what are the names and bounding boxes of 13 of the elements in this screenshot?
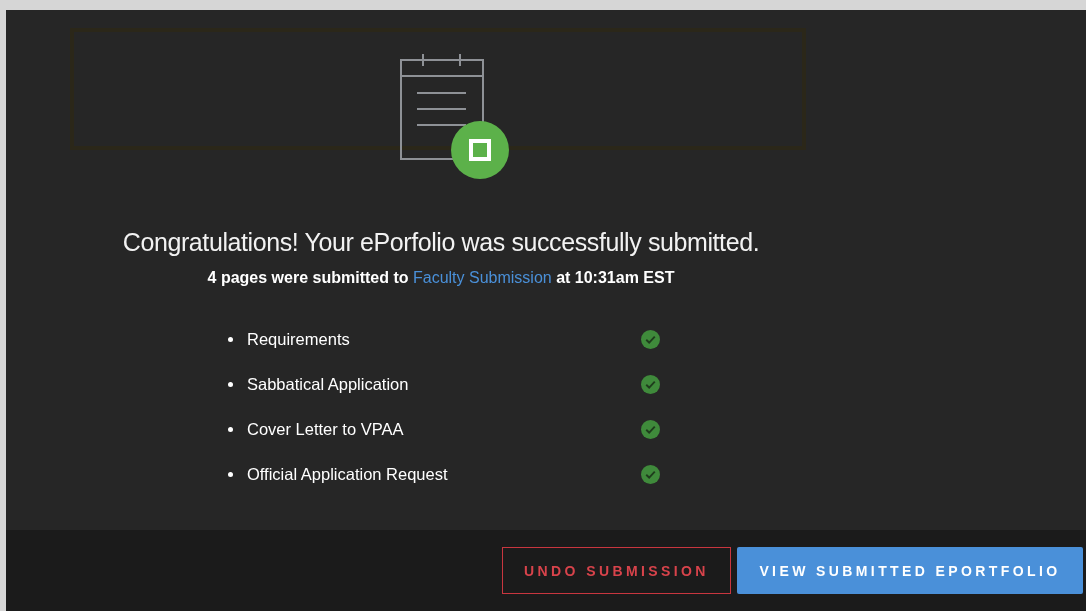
view-portfolio-button[interactable]: VIEW SUBMITTED EPORTFOLIO xyxy=(737,547,1083,594)
bullet-icon xyxy=(228,472,233,477)
faculty-submission-link[interactable]: Faculty Submission xyxy=(412,269,552,286)
page-name: Sabbatical Application xyxy=(247,375,410,394)
submission-summary: 4 pages were submitted to Faculty Submission at 10:31am EST xyxy=(207,269,675,287)
page-name: Requirements xyxy=(247,330,351,349)
bullet-icon xyxy=(228,427,233,432)
bullet-icon xyxy=(228,337,233,342)
success-heading: Congratulations! Your ePorfolio was successfully submitted. xyxy=(122,228,760,257)
bullet-icon xyxy=(228,382,233,387)
page-name: Official Application Request xyxy=(247,465,449,484)
undo-button[interactable]: UNDO SUBMISSION xyxy=(502,547,731,594)
page-name: Cover Letter to VPAA xyxy=(247,420,405,439)
